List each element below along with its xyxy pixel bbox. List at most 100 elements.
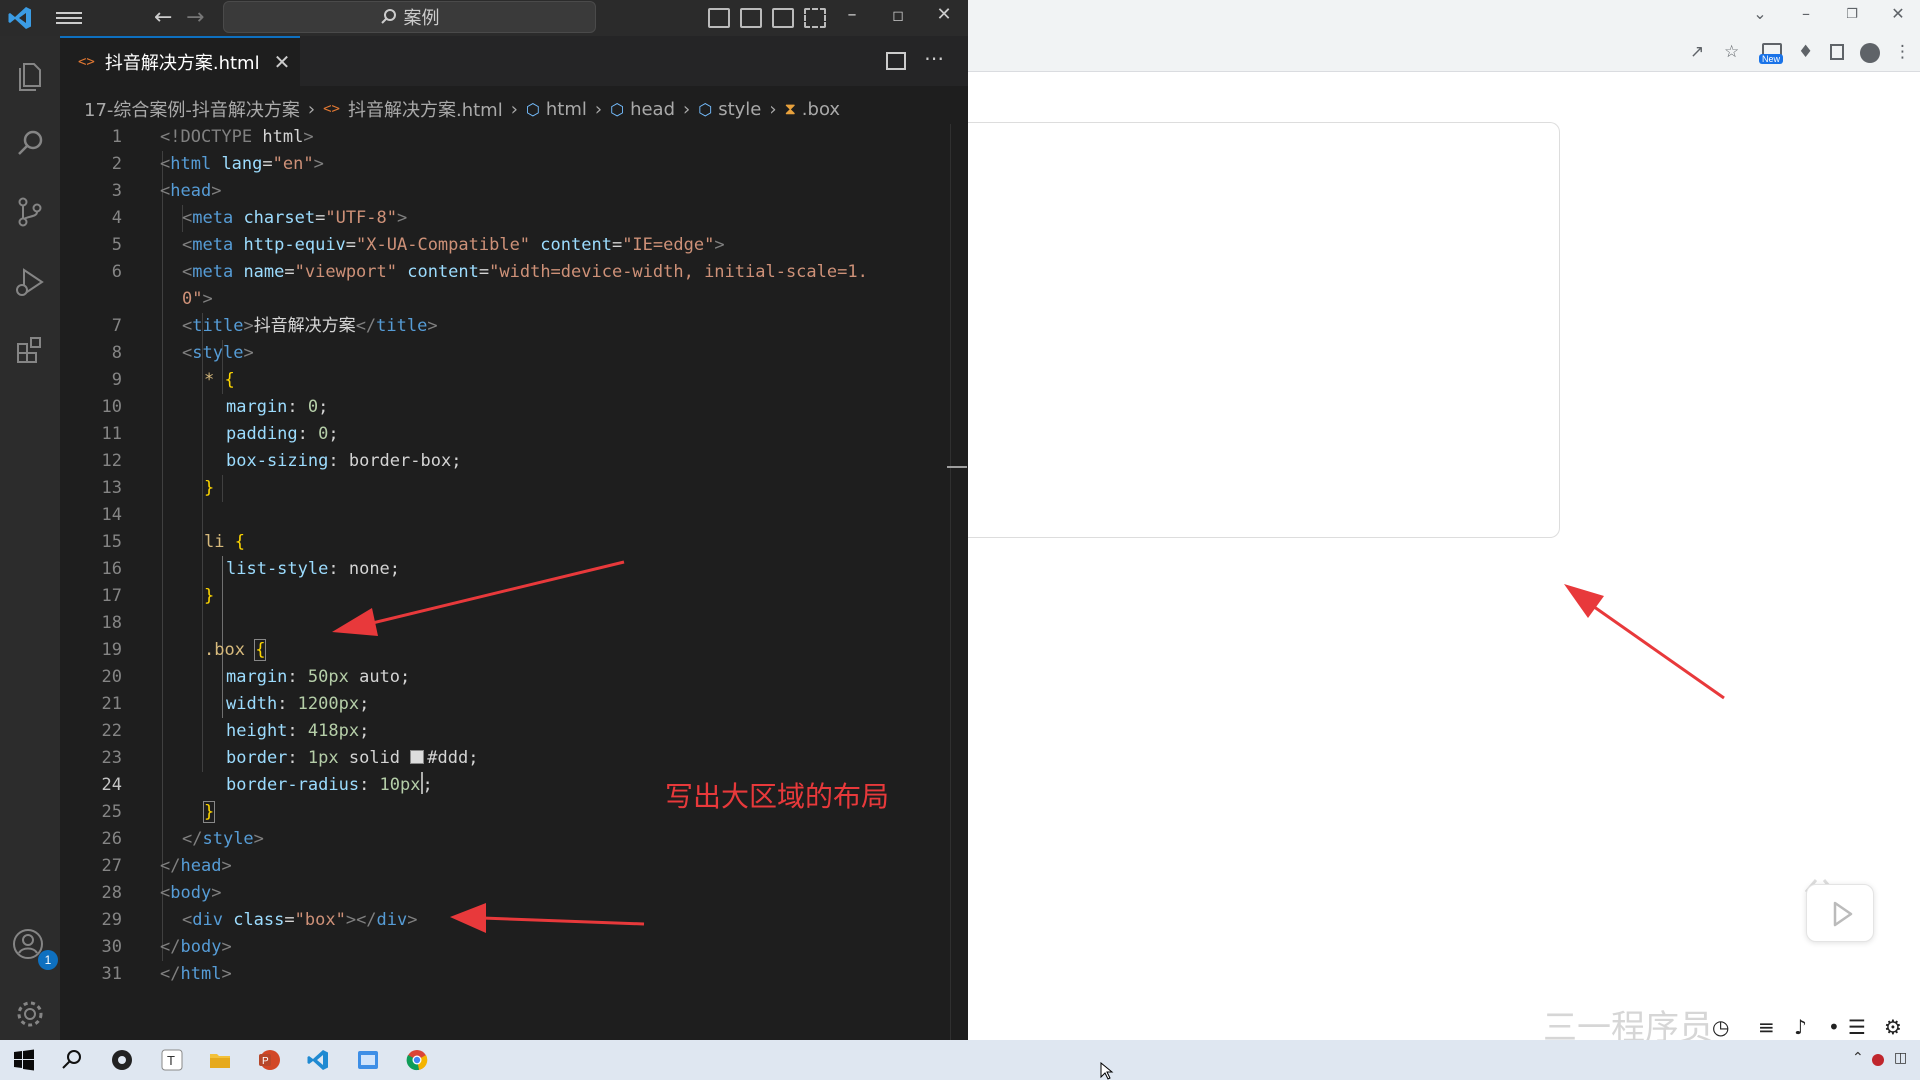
tok: solid [338,748,411,768]
audio-icon[interactable]: ♪ [1794,1015,1807,1039]
menu-icon[interactable] [56,9,82,27]
source-control-icon[interactable] [10,192,50,232]
tok: </ [355,316,377,336]
breadcrumb-box-label: .box [801,98,841,120]
color-swatch[interactable] [410,750,425,764]
new-feature-icon[interactable]: New [1759,43,1785,65]
tok: http-equiv [233,235,346,255]
chevron-up-icon[interactable]: ⌃ [1852,1050,1864,1066]
breadcrumb-head[interactable]: ⬡ head [610,99,675,120]
tab-douyin-html[interactable]: <> 抖音解决方案.html ✕ [60,36,300,86]
maximize-icon[interactable]: ◻ [880,8,916,24]
code-editor[interactable]: 1 <!DOCTYPE html> 2 <html lang="en"> 3 <hea… [60,124,955,1014]
menu-kebab-icon[interactable]: ⋮ [1894,42,1911,62]
app-tray-icon[interactable] [1872,1054,1884,1066]
line-number: 20 [101,667,122,687]
code-line-20: margin: 50px auto; [226,664,410,691]
close-tab-icon[interactable]: ✕ [274,50,291,74]
settings-gear-icon[interactable]: ⚙ [1884,1015,1902,1039]
subtitle-icon[interactable]: ≡ [1758,1015,1775,1039]
breadcrumb-html[interactable]: ⬡ html [526,99,587,120]
tok: auto [348,667,401,687]
tok: { [234,532,245,552]
toggle-primary-sidebar-icon[interactable] [708,8,730,28]
command-center-search[interactable]: 案例 [223,1,596,33]
line-number: 14 [101,505,122,525]
extensions-icon[interactable] [10,330,50,370]
share-icon[interactable]: ↗ [1690,42,1704,62]
code-line-13: } [204,475,214,502]
chevron-right-icon: › [307,98,316,120]
tok: border-box [348,451,452,471]
search-icon[interactable] [60,1048,84,1072]
dot-icon[interactable]: • [1828,1015,1840,1039]
play-video-button[interactable] [1806,884,1874,942]
network-icon[interactable]: ◫ [1894,1050,1907,1066]
line-number: 13 [101,478,122,498]
tok: style [192,343,244,363]
code-line-16: list-style: none; [226,556,400,583]
typora-icon[interactable]: T [160,1048,184,1072]
browser-title-bar: ⌄ – ❐ ✕ [968,0,1920,34]
code-line-25: } [202,799,216,826]
line-number: 6 [111,262,122,282]
search-text: 案例 [403,8,440,29]
run-debug-icon[interactable] [10,262,50,302]
tok: </ [160,964,181,984]
tok: < [182,208,193,228]
tok: ; [400,667,411,687]
files-icon[interactable] [10,56,50,96]
minimize-icon[interactable]: – [1788,4,1824,23]
line-number-active: 24 [101,775,122,795]
breadcrumb-style[interactable]: ⬡ style [698,99,761,120]
code-line-31: </html> [160,961,232,988]
tok: < [182,316,193,336]
accounts-icon[interactable]: 1 [10,926,58,970]
tok: 418px [307,721,360,741]
file-explorer-icon[interactable] [208,1048,232,1072]
more-actions-icon[interactable]: ⋯ [924,46,944,70]
windows-start-icon[interactable] [12,1048,36,1072]
tok: } [202,801,216,823]
tok: > [211,181,222,201]
profile-avatar-icon[interactable] [1860,43,1880,63]
cube-icon: ⬡ [525,99,540,119]
html-file-icon: <> [78,54,95,70]
line-number: 9 [111,370,122,390]
tok: : [287,667,308,687]
breadcrumb-box[interactable]: ⧗ .box [785,99,841,120]
breadcrumb-file[interactable]: <> 抖音解决方案.html [323,96,503,122]
powerpoint-icon[interactable]: P [257,1048,281,1072]
customize-layout-icon[interactable] [804,8,826,28]
toggle-panel-icon[interactable] [740,8,762,28]
close-window-icon[interactable]: ✕ [1880,4,1916,23]
close-window-icon[interactable]: ✕ [926,4,962,25]
back-arrow-icon[interactable]: ← [154,6,172,30]
forward-arrow-icon[interactable]: → [186,6,204,30]
tok: html [180,964,222,984]
timer-icon[interactable]: ◷ [1712,1015,1729,1039]
side-panel-icon[interactable] [1830,44,1844,60]
split-editor-icon[interactable] [886,52,906,70]
toggle-secondary-sidebar-icon[interactable] [772,8,794,28]
play-icon [1833,901,1853,927]
app-window-icon[interactable] [356,1048,380,1072]
manage-gear-icon[interactable] [10,994,50,1034]
breadcrumb-folder[interactable]: 17-综合案例-抖音解决方案 [84,96,300,122]
vscode-taskbar-icon[interactable] [306,1048,330,1072]
tok: > [427,316,438,336]
minimize-icon[interactable]: – [834,4,870,25]
editor-scrollbar[interactable] [950,124,951,1040]
scrollbar-position-marker [947,466,967,468]
playlist-icon[interactable]: ☰ [1848,1015,1866,1039]
code-line-30: </body> [160,934,232,961]
chevron-down-icon[interactable]: ⌄ [1742,4,1778,23]
chevron-right-icon: › [769,98,777,120]
extensions-puzzle-icon[interactable]: ♦ [1798,42,1813,62]
bookmark-star-icon[interactable]: ☆ [1724,42,1739,62]
tok: body [170,883,212,903]
search-icon[interactable] [10,124,50,164]
chrome-icon[interactable] [405,1048,429,1072]
app-circle-icon[interactable] [110,1048,134,1072]
restore-icon[interactable]: ❐ [1834,7,1870,22]
